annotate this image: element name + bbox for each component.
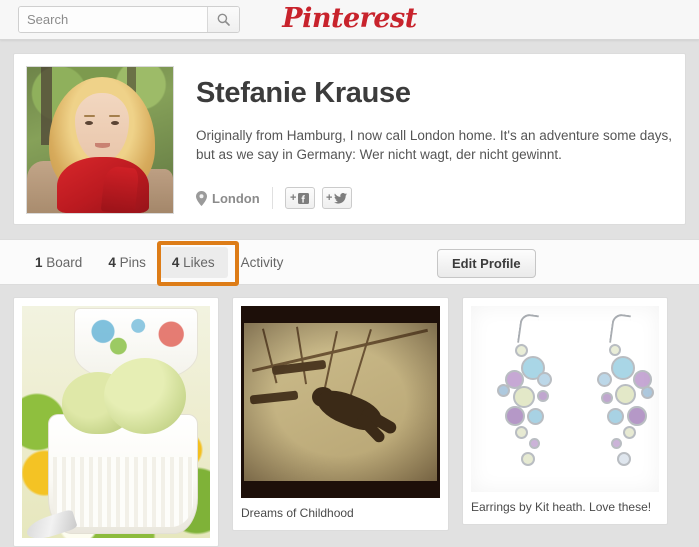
- facebook-icon: [298, 192, 310, 204]
- social-buttons: + +: [273, 187, 352, 210]
- profile-name: Stefanie Krause: [196, 77, 411, 109]
- tab-likes[interactable]: 4 Likes: [158, 246, 228, 278]
- connect-facebook-button[interactable]: +: [284, 187, 315, 210]
- tab-activity-label: Activity: [240, 254, 284, 270]
- plus-label: +: [289, 192, 297, 205]
- pin-card[interactable]: Earrings by Kit heath. Love these!: [462, 297, 668, 525]
- pinterest-logo[interactable]: Pinterest: [282, 3, 417, 34]
- site-header: Pinterest: [0, 0, 699, 40]
- profile-meta: London + +: [196, 187, 673, 210]
- photo-vignette: [244, 323, 437, 481]
- search-box[interactable]: [18, 6, 240, 33]
- location: London: [196, 187, 273, 210]
- tab-likes-count: 4: [171, 254, 180, 270]
- avatar-brow-left: [84, 115, 95, 117]
- photo-vignette: [471, 306, 659, 492]
- map-pin-icon: [196, 190, 207, 206]
- ice-cream-scoop-right: [104, 358, 186, 434]
- edit-profile-button[interactable]: Edit Profile: [437, 249, 536, 278]
- avatar-eye-right: [111, 121, 119, 125]
- profile-bio: Originally from Hamburg, I now call Lond…: [196, 127, 673, 163]
- pin-caption: Earrings by Kit heath. Love these!: [471, 500, 652, 514]
- search-icon: [217, 13, 230, 26]
- avatar-mouth: [95, 143, 110, 148]
- search-button[interactable]: [207, 7, 239, 32]
- swing-photo: [244, 323, 437, 481]
- pin-card[interactable]: Dreams of Childhood: [232, 297, 449, 531]
- tab-boards[interactable]: 1 Board: [22, 247, 95, 278]
- tab-pins-count: 4: [108, 254, 116, 270]
- twitter-bird-icon: [334, 192, 348, 204]
- tab-pins-label: Pins: [119, 254, 146, 270]
- location-label: London: [212, 190, 260, 206]
- pin-image-earrings[interactable]: [471, 306, 659, 492]
- pin-image-ice-cream[interactable]: [22, 306, 210, 538]
- tab-pins[interactable]: 4 Pins: [95, 247, 159, 278]
- pin-caption: Dreams of Childhood: [241, 506, 354, 520]
- avatar[interactable]: [26, 66, 174, 214]
- avatar-scarf-tail: [100, 165, 140, 213]
- avatar-eye-left: [85, 121, 93, 125]
- pin-image-swing-shadow[interactable]: [241, 306, 440, 498]
- pin-card[interactable]: [13, 297, 219, 547]
- profile-info: Stefanie Krause Originally from Hamburg,…: [174, 66, 673, 212]
- tab-likes-label: Likes: [183, 254, 215, 270]
- search-input[interactable]: [19, 7, 207, 32]
- tab-activity[interactable]: Activity: [228, 247, 297, 278]
- profile-tabbar: 1 Board 4 Pins 4 Likes Activity Edit Pro…: [0, 239, 699, 286]
- pin-grid: Dreams of Childhood Earrings by Kit heat…: [0, 285, 699, 547]
- tab-boards-label: Board: [46, 254, 83, 270]
- plus-label: +: [325, 192, 333, 205]
- avatar-brow-right: [109, 115, 120, 117]
- connect-twitter-button[interactable]: +: [321, 187, 352, 210]
- profile-card: Stefanie Krause Originally from Hamburg,…: [13, 53, 686, 225]
- tab-boards-count: 1: [35, 254, 43, 270]
